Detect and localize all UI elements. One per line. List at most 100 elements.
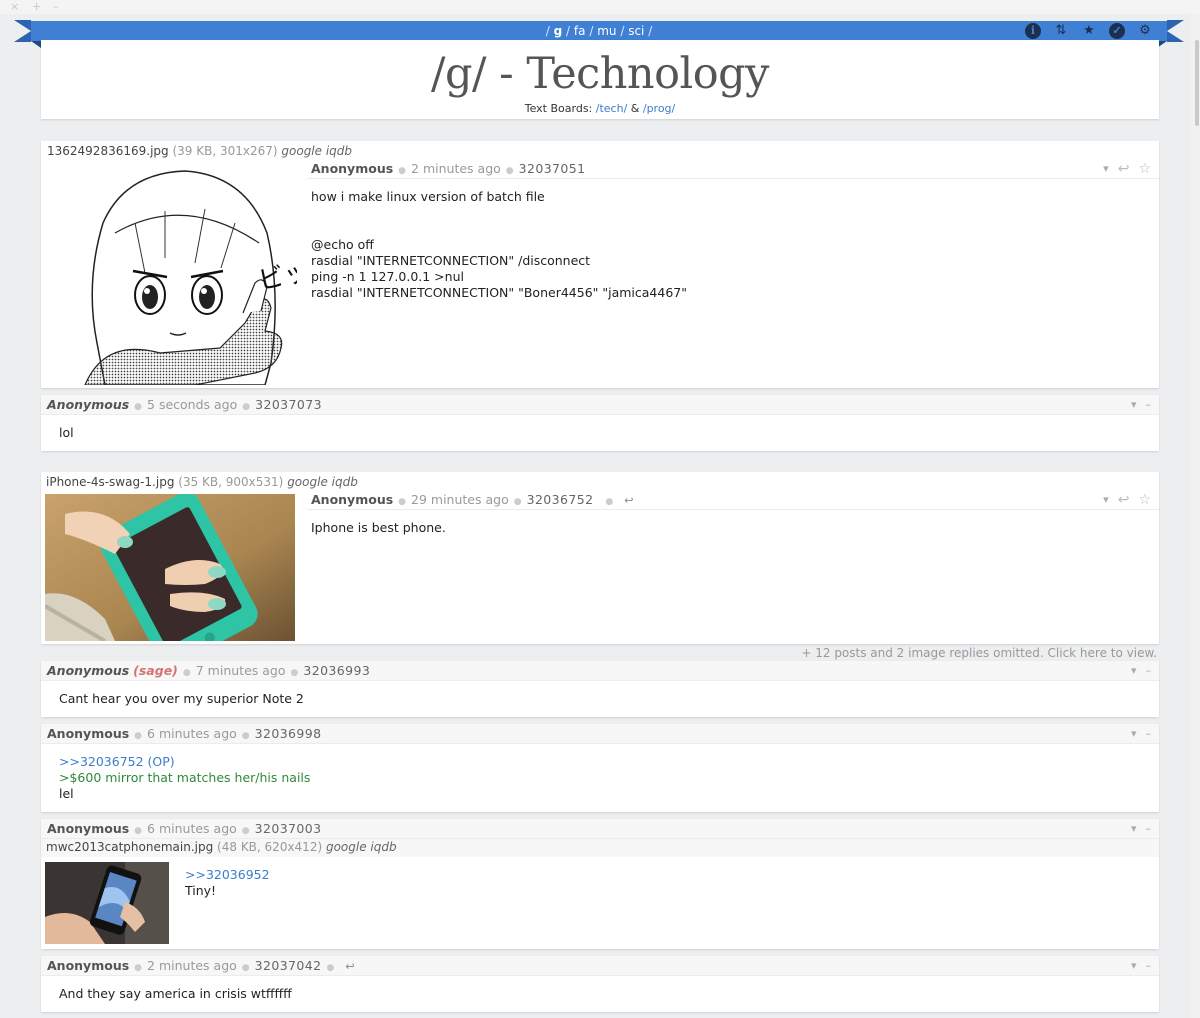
post-number-link[interactable]: 32036993	[303, 663, 370, 678]
gear-icon[interactable]: ⚙	[1137, 23, 1153, 39]
file-name-link[interactable]: 1362492836169.jpg	[47, 144, 169, 158]
iphone-hand-image[interactable]	[45, 494, 295, 641]
watch-star-icon[interactable]: ☆	[1138, 159, 1151, 179]
post-controls: ▾ –	[1131, 956, 1151, 976]
poster-name: Anonymous	[311, 492, 394, 507]
post-number-link[interactable]: 32037051	[519, 161, 586, 176]
poster-name: Anonymous	[47, 726, 130, 741]
post-number-link[interactable]: 32037003	[255, 821, 322, 836]
board-link-g[interactable]: g	[554, 24, 563, 38]
thread-op-32037051: 1362492836169.jpg (39 KB, 301x267) googl…	[41, 141, 1159, 388]
post-time: 2 minutes ago	[147, 958, 237, 973]
hide-dash-icon[interactable]: –	[1146, 395, 1152, 415]
greentext-line: >$600 mirror that matches her/his nails	[59, 770, 311, 785]
board-link-fa[interactable]: fa	[574, 24, 586, 38]
quote-link[interactable]: >>32036752 (OP)	[59, 754, 310, 770]
menu-caret-icon[interactable]: ▾	[1131, 661, 1137, 681]
menu-caret-icon[interactable]: ▾	[1103, 159, 1109, 179]
post-number-link[interactable]: 32037073	[255, 397, 322, 412]
post-controls: ▾ ↩ ☆	[1103, 159, 1151, 179]
poster-name: Anonymous	[47, 397, 130, 412]
watch-star-icon[interactable]: ☆	[1138, 490, 1151, 510]
post-header: Anonymous ● 29 minutes ago ● 32036752 ● ↩	[311, 492, 634, 507]
menu-caret-icon[interactable]: ▾	[1131, 724, 1137, 744]
file-name-link[interactable]: iPhone-4s-swag-1.jpg	[46, 475, 174, 489]
reply-32037042: Anonymous ● 2 minutes ago ● 32037042 ● ↩ ▾ – A…	[41, 956, 1159, 1012]
poster-name: Anonymous	[47, 821, 130, 836]
menu-caret-icon[interactable]: ▾	[1131, 395, 1137, 415]
post-header: Anonymous ● 6 minutes ago ● 32036998	[47, 726, 322, 741]
prog-board-link[interactable]: /prog/	[643, 102, 675, 115]
post-header: Anonymous ● 2 minutes ago ● 32037051	[311, 161, 586, 176]
post-message: lol	[59, 425, 74, 440]
menu-caret-icon[interactable]: ▾	[1103, 490, 1109, 510]
close-window-icon[interactable]: ×	[10, 0, 19, 14]
file-info: mwc2013catphonemain.jpg (48 KB, 620x412)…	[46, 840, 397, 854]
post-number-link[interactable]: 32036998	[255, 726, 322, 741]
hide-dash-icon[interactable]: –	[1146, 661, 1152, 681]
omitted-posts-link[interactable]: + 12 posts and 2 image replies omitted. …	[801, 646, 1157, 660]
scrollbar-thumb[interactable]	[1195, 40, 1199, 126]
board-header: /g/ - Technology Text Boards: /tech/ & /…	[41, 40, 1159, 119]
reply-32036998: Anonymous ● 6 minutes ago ● 32036998 ▾ – >>3…	[41, 724, 1159, 812]
backlink-arrow-icon[interactable]: ↩	[624, 494, 633, 507]
sage-tag: (sage)	[133, 663, 178, 678]
board-link-mu[interactable]: mu	[597, 24, 616, 38]
post-header: Anonymous ● 5 seconds ago ● 32037073	[47, 397, 322, 412]
post-time: 2 minutes ago	[411, 161, 501, 176]
image-search-links[interactable]: google iqdb	[281, 144, 352, 158]
hide-dash-icon[interactable]: –	[1146, 956, 1152, 976]
hide-dash-icon[interactable]: –	[1146, 724, 1152, 744]
post-message: Iphone is best phone.	[311, 520, 446, 535]
quote-link[interactable]: >>32036952	[185, 867, 270, 883]
poster-name: Anonymous	[47, 958, 130, 973]
post-time: 6 minutes ago	[147, 821, 237, 836]
reply-arrow-icon[interactable]: ↩	[1118, 490, 1130, 510]
file-info: 1362492836169.jpg (39 KB, 301x267) googl…	[47, 144, 353, 158]
post-controls: ▾ –	[1131, 724, 1151, 744]
thread-op-32036752: iPhone-4s-swag-1.jpg (35 KB, 900x531) go…	[41, 472, 1159, 660]
post-header: Anonymous (sage) ● 7 minutes ago ● 32036993	[47, 663, 371, 678]
post-number-link[interactable]: 32037042	[255, 958, 322, 973]
file-name-link[interactable]: mwc2013catphonemain.jpg	[46, 840, 213, 854]
post-number-link[interactable]: 32036752	[527, 492, 594, 507]
image-search-links[interactable]: google iqdb	[326, 840, 397, 854]
board-title: /g/ - Technology	[431, 49, 769, 99]
board-nav-bar: / g / fa / mu / sci / i ⇅ ★ ✓ ⚙	[31, 21, 1167, 41]
scrollbar-track[interactable]	[1190, 14, 1200, 1018]
star-icon[interactable]: ★	[1081, 23, 1097, 39]
hide-dash-icon[interactable]: –	[1146, 819, 1152, 839]
info-icon[interactable]: i	[1025, 23, 1041, 39]
backlink-arrow-icon[interactable]: ↩	[345, 960, 354, 973]
swap-icon[interactable]: ⇅	[1053, 23, 1069, 39]
menu-caret-icon[interactable]: ▾	[1131, 956, 1137, 976]
post-message: >>32036752 (OP) >$600 mirror that matche…	[59, 754, 311, 801]
post-controls: ▾ ↩ ☆	[1103, 490, 1151, 510]
reply-arrow-icon[interactable]: ↩	[1118, 159, 1130, 179]
post-message: >>32036952 Tiny!	[185, 867, 270, 898]
post-time: 7 minutes ago	[195, 663, 286, 678]
post-time: 5 seconds ago	[147, 397, 238, 412]
post-controls: ▾ –	[1131, 395, 1151, 415]
post-controls: ▾ –	[1131, 819, 1151, 839]
check-bubble-icon[interactable]: ✓	[1109, 23, 1125, 39]
new-tab-icon[interactable]: +	[32, 0, 41, 14]
post-time: 29 minutes ago	[411, 492, 509, 507]
post-header: Anonymous ● 6 minutes ago ● 32037003	[47, 821, 322, 836]
toolbar-icons: i ⇅ ★ ✓ ⚙	[1025, 23, 1153, 40]
reply-32037003: Anonymous ● 6 minutes ago ● 32037003 ▾ – mwc…	[41, 819, 1159, 949]
image-search-links[interactable]: google iqdb	[287, 475, 358, 489]
post-controls: ▾ –	[1131, 661, 1151, 681]
board-link-sci[interactable]: sci	[628, 24, 644, 38]
minimize-icon[interactable]: –	[53, 0, 59, 14]
board-list: / g / fa / mu / sci /	[545, 24, 653, 38]
poster-name: Anonymous	[311, 161, 394, 176]
reply-32036993: Anonymous (sage) ● 7 minutes ago ● 32036993 …	[41, 661, 1159, 717]
manga-thumbs-up-image[interactable]: ビッ	[45, 163, 297, 385]
menu-caret-icon[interactable]: ▾	[1131, 819, 1137, 839]
phone-hand-image[interactable]	[45, 862, 169, 944]
post-message: And they say america in crisis wtffffff	[59, 986, 292, 1001]
poster-name: Anonymous	[47, 663, 130, 678]
tech-board-link[interactable]: /tech/	[596, 102, 628, 115]
text-boards-line: Text Boards: /tech/ & /prog/	[524, 102, 676, 115]
